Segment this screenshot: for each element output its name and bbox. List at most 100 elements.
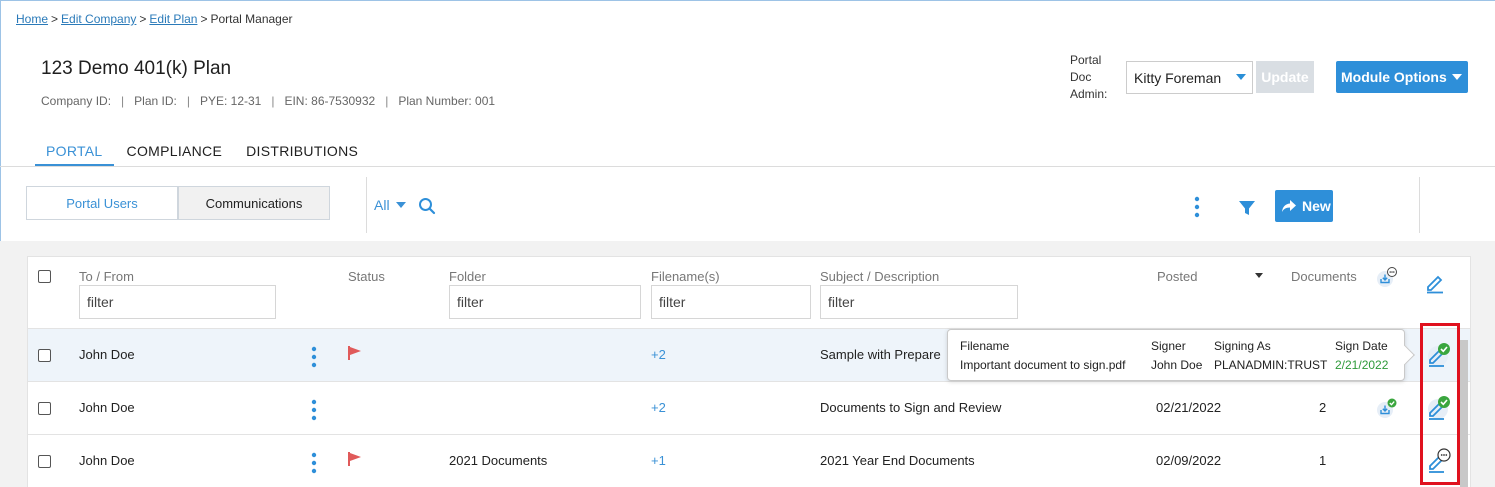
- tooltip-signer: John Doe: [1151, 358, 1203, 372]
- portal-doc-admin-label-line: Doc: [1070, 70, 1092, 84]
- row-checkbox[interactable]: [38, 349, 51, 362]
- module-options-button[interactable]: Module Options: [1336, 61, 1468, 93]
- update-button[interactable]: Update: [1256, 61, 1314, 93]
- breadcrumb: Home > Edit Company > Edit Plan > Portal Manag…: [16, 12, 293, 26]
- tab-compliance[interactable]: COMPLIANCE: [116, 143, 234, 166]
- select-all-checkbox[interactable]: [38, 270, 51, 283]
- view-segmented-control: Portal Users Communications: [26, 186, 330, 220]
- new-button-label: New: [1302, 198, 1331, 214]
- plan-number-label: Plan Number: 001: [398, 94, 496, 108]
- tooltip-sign-date: 2/21/2022: [1335, 358, 1389, 372]
- flag-icon: [348, 452, 361, 466]
- row-more-options-icon[interactable]: [311, 452, 317, 474]
- row-filenames-link[interactable]: +2: [651, 400, 666, 415]
- tooltip-header-signer: Signer: [1151, 339, 1186, 353]
- row-subject: Documents to Sign and Review: [820, 400, 1002, 415]
- column-header-to-from: To / From: [79, 269, 134, 284]
- flag-icon: [348, 346, 361, 360]
- signature-tooltip: Filename Signer Signing As Sign Date Imp…: [947, 329, 1415, 381]
- toolbar-divider: [366, 177, 367, 233]
- row-more-options-icon[interactable]: [311, 399, 317, 421]
- toolbar-divider: [1419, 177, 1420, 233]
- breadcrumb-separator: >: [200, 12, 208, 26]
- column-header-folder: Folder: [449, 269, 486, 284]
- column-header-posted[interactable]: Posted: [1157, 269, 1197, 284]
- row-folder: 2021 Documents: [449, 453, 548, 468]
- plan-meta: Company ID: | Plan ID: | PYE: 12-31 | EI…: [41, 94, 495, 108]
- breadcrumb-edit-company-link[interactable]: Edit Company: [61, 12, 136, 26]
- pye-label: PYE: 12-31: [199, 94, 262, 108]
- row-filenames-link[interactable]: +2: [651, 347, 666, 362]
- row-documents-count: 1: [1319, 453, 1327, 468]
- scope-dropdown[interactable]: All: [374, 197, 406, 213]
- portal-doc-admin-label-line: Admin:: [1070, 87, 1108, 101]
- company-id-label: Company ID:: [41, 94, 112, 108]
- document-signed-icon[interactable]: [1375, 397, 1397, 419]
- row-checkbox[interactable]: [38, 455, 51, 468]
- tab-distributions[interactable]: DISTRIBUTIONS: [235, 143, 369, 166]
- filename-filter-input[interactable]: filter: [651, 285, 811, 319]
- row-subject: Sample with Prepare: [820, 347, 941, 362]
- column-header-filenames: Filename(s): [651, 269, 720, 284]
- subject-filter-input[interactable]: filter: [820, 285, 1018, 319]
- ein-label: EIN: 86-7530932: [284, 94, 376, 108]
- share-arrow-icon: [1282, 200, 1296, 212]
- row-checkbox[interactable]: [38, 402, 51, 415]
- window-top-border: [0, 0, 1495, 1]
- tooltip-header-sign-date: Sign Date: [1335, 339, 1388, 353]
- main-tabs: PORTAL COMPLIANCE DISTRIBUTIONS: [35, 143, 371, 166]
- row-documents-count: 2: [1319, 400, 1327, 415]
- row-posted-date: 02/09/2022: [1156, 453, 1222, 468]
- to-from-filter-input[interactable]: filter: [79, 285, 276, 319]
- table-row[interactable]: John Doe 2021 Documents +1 2021 Year End…: [28, 435, 1470, 487]
- page-title: 123 Demo 401(k) Plan: [41, 58, 232, 79]
- breadcrumb-separator: >: [139, 12, 147, 26]
- tabs-divider: [0, 166, 1495, 167]
- row-to-from: John Doe: [79, 400, 135, 415]
- table-row[interactable]: John Doe +2 Documents to Sign and Review…: [28, 382, 1470, 435]
- portal-doc-admin-select[interactable]: Kitty Foreman: [1126, 61, 1253, 94]
- row-more-options-icon[interactable]: [311, 346, 317, 368]
- column-header-status: Status: [348, 269, 385, 284]
- meta-divider: |: [271, 94, 275, 108]
- segment-communications[interactable]: Communications: [178, 186, 330, 220]
- chevron-down-icon: [1452, 74, 1462, 80]
- segment-portal-users[interactable]: Portal Users: [26, 186, 178, 220]
- meta-divider: |: [186, 94, 190, 108]
- document-comment-icon[interactable]: [1375, 266, 1397, 288]
- portal-doc-admin-value: Kitty Foreman: [1134, 69, 1222, 86]
- breadcrumb-edit-plan-link[interactable]: Edit Plan: [149, 12, 197, 26]
- row-posted-date: 02/21/2022: [1156, 400, 1222, 415]
- row-to-from: John Doe: [79, 453, 135, 468]
- filter-funnel-icon[interactable]: [1238, 199, 1256, 217]
- tooltip-header-signing-as: Signing As: [1214, 339, 1271, 353]
- meta-divider: |: [385, 94, 389, 108]
- tooltip-signing-as: PLANADMIN:TRUST: [1214, 358, 1328, 372]
- tab-portal[interactable]: PORTAL: [35, 143, 114, 166]
- table-header: To / From filter Status Folder filter Fi…: [28, 257, 1470, 329]
- row-subject: 2021 Year End Documents: [820, 453, 975, 468]
- plan-id-label: Plan ID:: [134, 94, 177, 108]
- breadcrumb-current: Portal Manager: [210, 12, 293, 26]
- new-button[interactable]: New: [1275, 190, 1333, 222]
- row-filenames-link[interactable]: +1: [651, 453, 666, 468]
- sort-descending-icon[interactable]: [1255, 273, 1263, 278]
- column-header-subject: Subject / Description: [820, 269, 940, 284]
- search-icon[interactable]: [418, 197, 436, 215]
- edit-pencil-icon[interactable]: [1424, 272, 1446, 294]
- chevron-down-icon: [395, 202, 406, 208]
- tooltip-header-filename: Filename: [960, 339, 1010, 353]
- column-header-documents: Documents: [1291, 269, 1357, 284]
- scope-dropdown-value: All: [374, 197, 390, 213]
- module-options-label: Module Options: [1341, 69, 1447, 85]
- table-scrollbar[interactable]: [1460, 340, 1468, 487]
- row-to-from: John Doe: [79, 347, 135, 362]
- highlight-annotation-box: [1420, 323, 1460, 485]
- portal-doc-admin-label: Portal Doc Admin:: [1070, 52, 1120, 103]
- breadcrumb-home-link[interactable]: Home: [16, 12, 48, 26]
- folder-filter-input[interactable]: filter: [449, 285, 641, 319]
- portal-doc-admin-label-line: Portal: [1070, 53, 1102, 67]
- more-options-icon[interactable]: [1190, 196, 1204, 218]
- breadcrumb-separator: >: [51, 12, 59, 26]
- chevron-down-icon: [1236, 74, 1246, 80]
